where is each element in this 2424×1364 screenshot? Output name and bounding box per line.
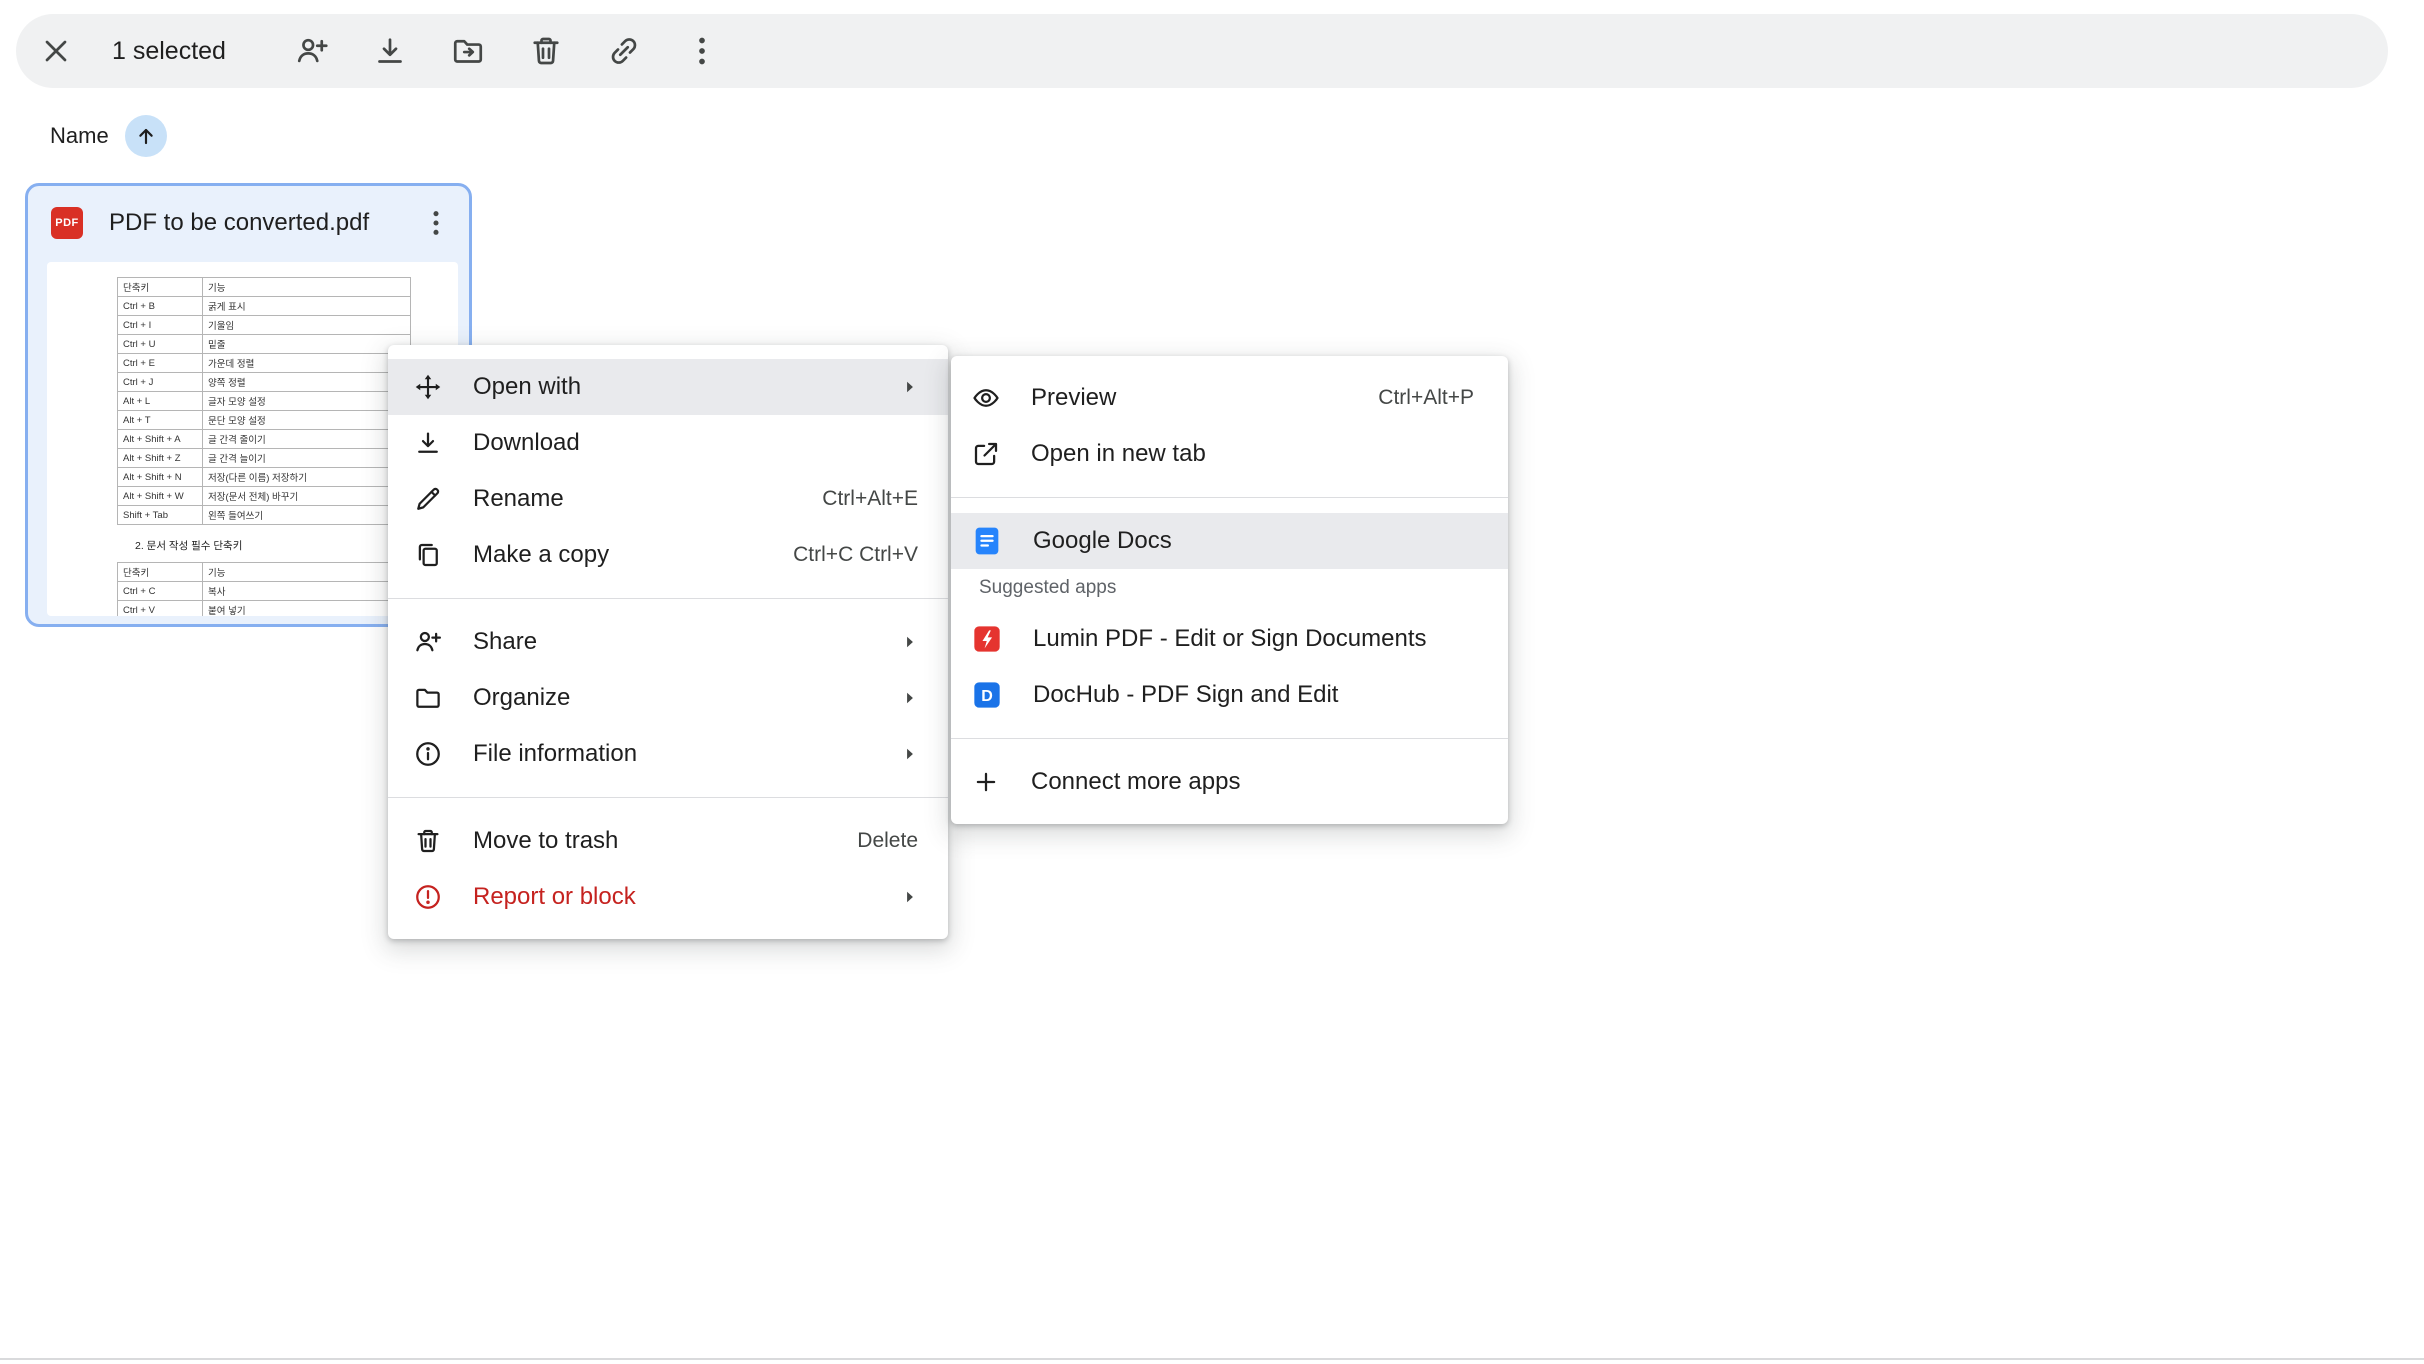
submenu-item-preview[interactable]: Preview Ctrl+Alt+P	[951, 370, 1508, 426]
sort-direction-button[interactable]	[125, 115, 167, 157]
submenu-item-google-docs[interactable]: Google Docs	[951, 513, 1508, 569]
menu-label: Google Docs	[1033, 527, 1474, 555]
menu-item-download[interactable]: Download	[388, 415, 948, 471]
file-card-header: PDF PDF to be converted.pdf	[28, 186, 469, 260]
menu-item-share[interactable]: Share	[388, 614, 948, 670]
menu-item-open-with[interactable]: Open with	[388, 359, 948, 415]
more-vert-icon	[684, 33, 720, 69]
menu-item-file-information[interactable]: File information	[388, 726, 948, 782]
svg-text:D: D	[981, 688, 993, 705]
chevron-right-icon	[896, 684, 924, 712]
menu-label: Share	[473, 628, 866, 656]
rename-icon	[413, 484, 443, 514]
menu-divider	[951, 497, 1508, 498]
pdf-file-icon: PDF	[51, 207, 83, 239]
download-selected-button[interactable]	[362, 23, 418, 79]
person-add-icon	[294, 33, 330, 69]
menu-item-move-to-trash[interactable]: Move to trash Delete	[388, 813, 948, 869]
menu-label: Move to trash	[473, 827, 807, 855]
menu-shortcut: Ctrl+Alt+P	[1378, 386, 1474, 410]
menu-label: Preview	[1031, 384, 1328, 412]
file-title: PDF to be converted.pdf	[109, 209, 385, 237]
menu-divider	[388, 797, 948, 798]
context-menu: Open with Download Rename Ctrl+Alt+E Mak…	[388, 345, 948, 939]
preview-table-2: 단축키기능Ctrl + C복사Ctrl + V붙여 넣기	[117, 562, 411, 616]
info-icon	[413, 739, 443, 769]
file-more-button[interactable]	[411, 198, 461, 248]
download-icon	[372, 33, 408, 69]
arrow-up-icon	[133, 123, 159, 149]
link-icon	[606, 33, 642, 69]
chevron-right-icon	[896, 740, 924, 768]
trash-icon	[413, 826, 443, 856]
folder-icon	[413, 683, 443, 713]
chevron-right-icon	[896, 628, 924, 656]
selected-count: 1 selected	[112, 37, 226, 66]
close-icon	[38, 33, 74, 69]
submenu-item-lumin-pdf[interactable]: Lumin PDF - Edit or Sign Documents	[951, 611, 1508, 667]
menu-label: Lumin PDF - Edit or Sign Documents	[1033, 625, 1474, 653]
submenu-item-connect-more-apps[interactable]: Connect more apps	[951, 754, 1508, 810]
person-add-icon	[413, 627, 443, 657]
menu-label: Rename	[473, 485, 772, 513]
move-to-folder-button[interactable]	[440, 23, 496, 79]
sort-header: Name	[50, 114, 167, 158]
menu-divider	[388, 598, 948, 599]
toolbar-more-button[interactable]	[674, 23, 730, 79]
menu-item-organize[interactable]: Organize	[388, 670, 948, 726]
menu-label: Connect more apps	[1031, 768, 1474, 796]
menu-label: Make a copy	[473, 541, 743, 569]
lumin-pdf-icon	[971, 623, 1003, 655]
menu-label: File information	[473, 740, 866, 768]
menu-item-rename[interactable]: Rename Ctrl+Alt+E	[388, 471, 948, 527]
menu-label: Report or block	[473, 883, 866, 911]
menu-shortcut: Ctrl+Alt+E	[822, 487, 918, 511]
report-icon	[413, 882, 443, 912]
trash-icon	[528, 33, 564, 69]
close-selection-button[interactable]	[28, 23, 84, 79]
google-docs-icon	[971, 525, 1003, 557]
copy-link-button[interactable]	[596, 23, 652, 79]
menu-label: Open with	[473, 373, 866, 401]
menu-shortcut: Ctrl+C Ctrl+V	[793, 543, 918, 567]
sort-by-name[interactable]: Name	[50, 123, 109, 149]
open-with-submenu: Preview Ctrl+Alt+P Open in new tab Googl…	[951, 356, 1508, 824]
menu-label: DocHub - PDF Sign and Edit	[1033, 681, 1474, 709]
share-selected-button[interactable]	[284, 23, 340, 79]
download-icon	[413, 428, 443, 458]
menu-shortcut: Delete	[857, 829, 918, 853]
trash-selected-button[interactable]	[518, 23, 574, 79]
menu-label: Organize	[473, 684, 866, 712]
open-with-icon	[413, 372, 443, 402]
submenu-item-open-in-new-tab[interactable]: Open in new tab	[951, 426, 1508, 482]
menu-label: Open in new tab	[1031, 440, 1474, 468]
plus-icon	[971, 767, 1001, 797]
eye-icon	[971, 383, 1001, 413]
preview-table-1: 단축키기능Ctrl + B굵게 표시Ctrl + I기울임Ctrl + U밑줄C…	[117, 277, 411, 525]
menu-label: Download	[473, 429, 918, 457]
suggested-apps-label: Suggested apps	[951, 569, 1508, 611]
menu-item-report-or-block[interactable]: Report or block	[388, 869, 948, 925]
page-bottom-border	[0, 1358, 2424, 1360]
copy-icon	[413, 540, 443, 570]
submenu-item-dochub[interactable]: D DocHub - PDF Sign and Edit	[951, 667, 1508, 723]
dochub-icon: D	[971, 679, 1003, 711]
menu-item-make-a-copy[interactable]: Make a copy Ctrl+C Ctrl+V	[388, 527, 948, 583]
folder-move-icon	[450, 33, 486, 69]
chevron-right-icon	[896, 883, 924, 911]
open-in-new-icon	[971, 439, 1001, 469]
more-vert-icon	[420, 207, 452, 239]
chevron-right-icon	[896, 373, 924, 401]
selection-toolbar: 1 selected	[16, 14, 2388, 88]
menu-divider	[951, 738, 1508, 739]
